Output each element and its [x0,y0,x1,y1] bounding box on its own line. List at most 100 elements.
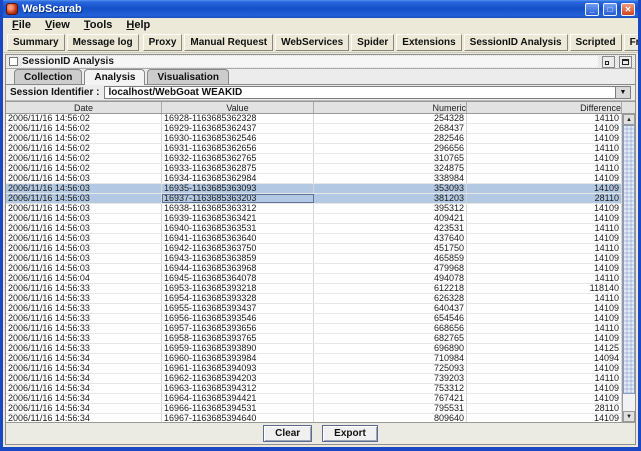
table-row[interactable]: 2006/11/16 14:56:0316939-116368536342140… [6,214,622,224]
titlebar[interactable]: WebScarab _ □ ✕ [3,0,638,18]
message-log-button[interactable]: Message log [67,34,139,51]
table-cell: 14110 [467,244,622,253]
table-row[interactable]: 2006/11/16 14:56:0216932-116368536276531… [6,154,622,164]
table-cell: 2006/11/16 14:56:02 [6,134,162,143]
tab-collection[interactable]: Collection [14,69,82,84]
table-row[interactable]: 2006/11/16 14:56:3416966-116368539453179… [6,404,622,414]
column-header-difference[interactable]: Difference [467,102,622,113]
table-row[interactable]: 2006/11/16 14:56:3416964-116368539442176… [6,394,622,404]
table-cell: 2006/11/16 14:56:03 [6,174,162,183]
table-cell: 14109 [467,304,622,313]
table-row[interactable]: 2006/11/16 14:56:3316957-116368539365666… [6,324,622,334]
table-cell: 14110 [467,224,622,233]
table-row[interactable]: 2006/11/16 14:56:3416963-116368539431275… [6,384,622,394]
table-cell: 437640 [314,234,467,243]
tab-visualisation[interactable]: Visualisation [147,69,229,84]
table-cell: 14110 [467,114,622,123]
internal-frame-maximize-icon[interactable] [619,56,632,68]
table-row[interactable]: 2006/11/16 14:56:0216928-116368536232825… [6,114,622,124]
menu-view[interactable]: View [38,19,77,32]
table-row[interactable]: 2006/11/16 14:56:3416960-116368539398471… [6,354,622,364]
table-row[interactable]: 2006/11/16 14:56:0416945-116368536407849… [6,274,622,284]
table-row[interactable]: 2006/11/16 14:56:0316944-116368536396847… [6,264,622,274]
session-identifier-combo[interactable]: localhost/WebGoat WEAKID ▼ [104,86,631,99]
table-cell: 696890 [314,344,467,353]
scroll-up-icon[interactable]: ▲ [623,114,635,125]
table-row[interactable]: 2006/11/16 14:56:3416962-116368539420373… [6,374,622,384]
table-cell: 14109 [467,124,622,133]
webservices-button[interactable]: WebServices [275,34,349,51]
table-cell: 14109 [467,414,622,422]
table-row[interactable]: 2006/11/16 14:56:3316955-116368539343764… [6,304,622,314]
combo-dropdown-icon[interactable]: ▼ [615,87,630,98]
table-row[interactable]: 2006/11/16 14:56:0316940-116368536353142… [6,224,622,234]
table-body: 2006/11/16 14:56:0216928-116368536232825… [6,114,622,422]
table-row[interactable]: 2006/11/16 14:56:0316942-116368536375045… [6,244,622,254]
table-cell: 14109 [467,174,622,183]
table-cell: 16967-1163685394640 [162,414,314,422]
tab-analysis[interactable]: Analysis [84,69,145,85]
menu-file[interactable]: File [5,19,38,32]
scroll-down-icon[interactable]: ▼ [623,411,635,422]
maximize-icon[interactable]: □ [603,3,617,16]
table-row[interactable]: 2006/11/16 14:56:3316958-116368539376568… [6,334,622,344]
internal-frame-title: SessionID Analysis [22,56,598,67]
close-icon[interactable]: ✕ [621,3,635,16]
column-header-numeric[interactable]: Numeric [314,102,467,113]
export-button[interactable]: Export [322,425,378,442]
table-row[interactable]: 2006/11/16 14:56:3316954-116368539332862… [6,294,622,304]
summary-button[interactable]: Summary [7,34,65,51]
table-row[interactable]: 2006/11/16 14:56:3316956-116368539354665… [6,314,622,324]
table-cell: 2006/11/16 14:56:34 [6,414,162,422]
manual-request-button[interactable]: Manual Request [184,34,273,51]
menu-tools[interactable]: Tools [77,19,120,32]
toolbar: SummaryMessage logProxyManual RequestWeb… [3,32,638,53]
column-header-value[interactable]: Value [162,102,314,113]
table-row[interactable]: 2006/11/16 14:56:3416961-116368539409372… [6,364,622,374]
spider-button[interactable]: Spider [351,34,394,51]
internal-frame-titlebar[interactable]: SessionID Analysis [6,55,635,69]
table-row[interactable]: 2006/11/16 14:56:3316959-116368539389069… [6,344,622,354]
table-cell: 409421 [314,214,467,223]
extensions-button[interactable]: Extensions [396,34,461,51]
session-identifier-value: localhost/WebGoat WEAKID [105,87,615,98]
table-row[interactable]: 2006/11/16 14:56:0316943-116368536385946… [6,254,622,264]
scrollbar-thumb[interactable] [623,125,635,394]
proxy-button[interactable]: Proxy [143,34,183,51]
table-row[interactable]: 2006/11/16 14:56:0316934-116368536298433… [6,174,622,184]
table-cell: 353093 [314,184,467,193]
table-cell: 612218 [314,284,467,293]
table-cell: 14109 [467,264,622,273]
table-cell: 668656 [314,324,467,333]
table-row[interactable]: 2006/11/16 14:56:0316941-116368536364043… [6,234,622,244]
minimize-icon[interactable]: _ [585,3,599,16]
clear-button[interactable]: Clear [263,425,312,442]
table-cell: 16942-1163685363750 [162,244,314,253]
scrollbar-track[interactable] [623,125,635,411]
table-row[interactable]: 2006/11/16 14:56:0216933-116368536287532… [6,164,622,174]
table-header: DateValueNumericDifference [6,102,635,114]
column-header-date[interactable]: Date [6,102,162,113]
scripted-button[interactable]: Scripted [570,34,622,51]
table-cell: 2006/11/16 14:56:34 [6,404,162,413]
menu-help[interactable]: Help [119,19,157,32]
table-cell: 16954-1163685393328 [162,294,314,303]
table-row[interactable]: 2006/11/16 14:56:0316937-116368536320338… [6,194,622,204]
table-row[interactable]: 2006/11/16 14:56:0216929-116368536243726… [6,124,622,134]
table-row[interactable]: 2006/11/16 14:56:0216930-116368536254628… [6,134,622,144]
table-row[interactable]: 2006/11/16 14:56:0316935-116368536309335… [6,184,622,194]
table-row[interactable]: 2006/11/16 14:56:0316938-116368536331239… [6,204,622,214]
sessionid-analysis-button[interactable]: SessionID Analysis [464,34,568,51]
fragments-button[interactable]: Fragments [624,34,641,51]
table-row[interactable]: 2006/11/16 14:56:3316953-116368539321861… [6,284,622,294]
table-cell: 14109 [467,364,622,373]
internal-frame-iconify-icon[interactable] [602,56,615,68]
table-cell: 14109 [467,204,622,213]
table-cell: 14110 [467,374,622,383]
table-row[interactable]: 2006/11/16 14:56:3416967-116368539464080… [6,414,622,422]
table-row[interactable]: 2006/11/16 14:56:0216931-116368536265629… [6,144,622,154]
table-cell: 14109 [467,334,622,343]
table-cell: 2006/11/16 14:56:34 [6,374,162,383]
table-cell: 338984 [314,174,467,183]
vertical-scrollbar[interactable]: ▲ ▼ [622,114,635,422]
